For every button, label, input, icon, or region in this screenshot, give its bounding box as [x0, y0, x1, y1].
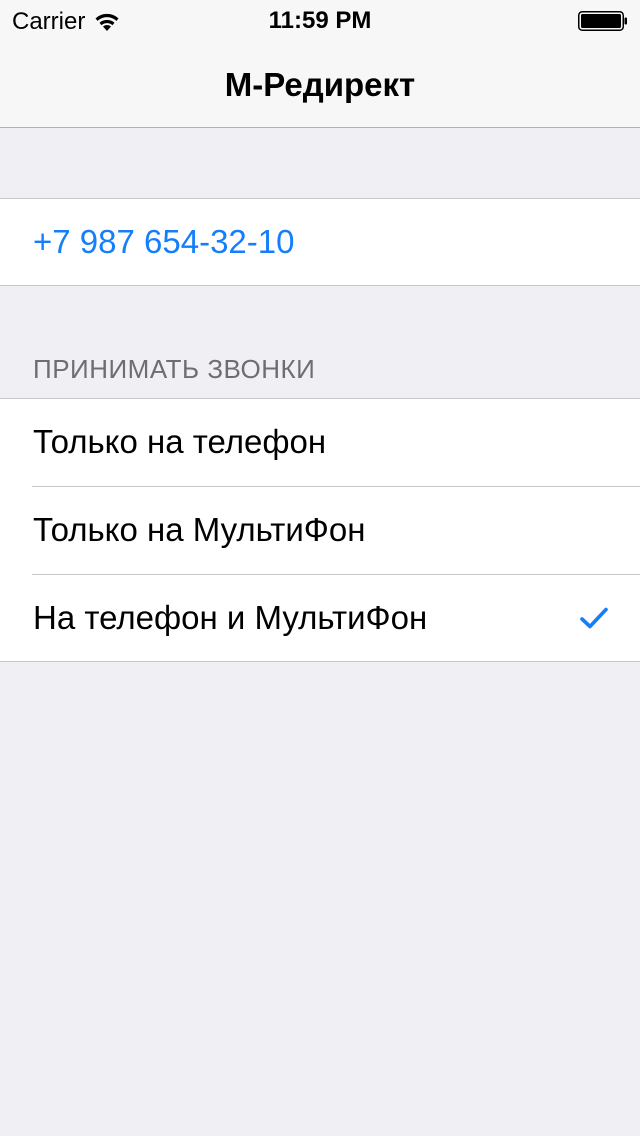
option-phone-only[interactable]: Только на телефон [0, 399, 640, 487]
option-label: Только на телефон [33, 423, 327, 460]
option-label: Только на МультиФон [33, 511, 366, 548]
checkmark-icon [580, 607, 608, 629]
phone-number[interactable]: +7 987 654-32-10 [33, 223, 294, 261]
section-header-accept-calls: ПРИНИМАТЬ ЗВОНКИ [33, 354, 316, 384]
option-label: На телефон и МультиФон [33, 599, 428, 636]
call-options-list: Только на телефон Только на МультиФон На… [0, 398, 640, 662]
option-phone-and-multifon[interactable]: На телефон и МультиФон [0, 575, 640, 663]
phone-cell[interactable]: +7 987 654-32-10 [0, 198, 640, 286]
status-time: 11:59 PM [268, 7, 372, 34]
status-bar: Carrier 11:59 PM [0, 0, 640, 40]
battery-icon [578, 11, 627, 31]
option-multifon-only[interactable]: Только на МультиФон [0, 487, 640, 575]
page-title: М-Редирект [224, 66, 416, 103]
navigation-bar: Carrier 11:59 PM М-Редирект [0, 0, 640, 128]
